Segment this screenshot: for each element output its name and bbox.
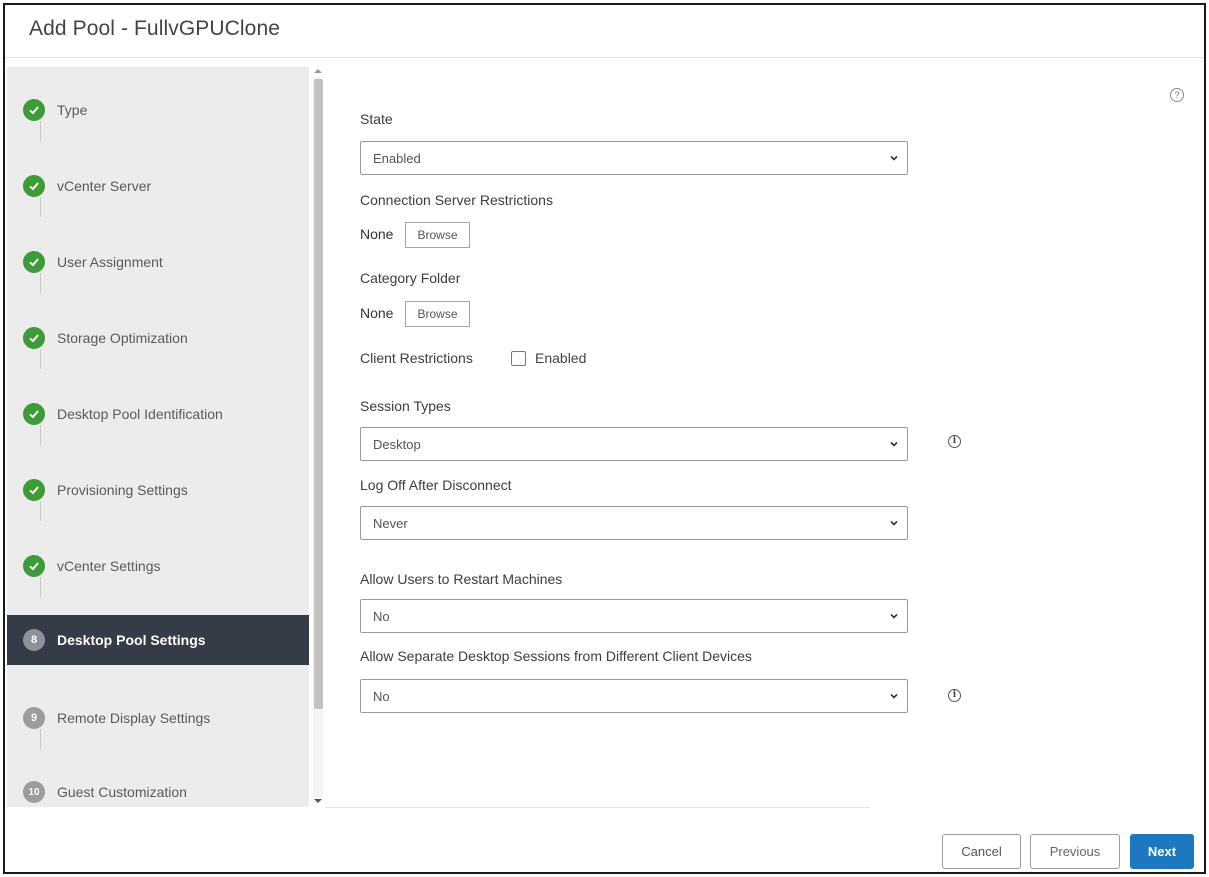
step-label: vCenter Settings <box>57 558 161 574</box>
step-label: Guest Customization <box>57 784 187 800</box>
separate-sessions-value: No <box>373 689 390 704</box>
log-off-select[interactable]: Never <box>360 506 908 540</box>
session-types-label: Session Types <box>360 398 451 414</box>
state-value: Enabled <box>373 151 421 166</box>
check-icon <box>23 251 45 273</box>
wizard-step-guest-customization[interactable]: 10 Guest Customization <box>7 767 309 817</box>
state-select[interactable]: Enabled <box>360 141 908 175</box>
chevron-down-icon <box>890 155 898 161</box>
separate-sessions-select[interactable]: No <box>360 679 908 713</box>
wizard-step-remote-display-settings[interactable]: 9 Remote Display Settings <box>7 693 309 743</box>
previous-button[interactable]: Previous <box>1030 834 1120 869</box>
form-divider <box>325 807 870 808</box>
allow-restart-label: Allow Users to Restart Machines <box>360 571 563 587</box>
info-icon[interactable]: i <box>948 689 961 702</box>
step-label: Type <box>57 102 88 118</box>
connection-server-label: Connection Server Restrictions <box>360 192 553 208</box>
check-icon <box>23 99 45 121</box>
check-icon <box>23 403 45 425</box>
step-label: vCenter Server <box>57 178 152 194</box>
wizard-step-provisioning-settings[interactable]: Provisioning Settings <box>7 465 309 515</box>
client-restrictions-label: Client Restrictions <box>360 350 473 366</box>
category-folder-browse-button[interactable]: Browse <box>405 301 470 327</box>
scroll-up-arrow-icon[interactable] <box>314 69 322 73</box>
log-off-label: Log Off After Disconnect <box>360 477 512 493</box>
step-label: Provisioning Settings <box>57 482 188 498</box>
step-label: User Assignment <box>57 254 163 270</box>
chevron-down-icon <box>890 520 898 526</box>
wizard-step-desktop-pool-settings[interactable]: 8 Desktop Pool Settings <box>7 615 309 665</box>
session-types-value: Desktop <box>373 437 421 452</box>
connection-server-value: None <box>360 226 394 242</box>
next-button[interactable]: Next <box>1130 834 1194 869</box>
chevron-down-icon <box>890 441 898 447</box>
step-label: Storage Optimization <box>57 330 188 346</box>
check-icon <box>23 327 45 349</box>
sidebar-scrollbar[interactable] <box>311 67 325 807</box>
separate-sessions-label: Allow Separate Desktop Sessions from Dif… <box>360 648 752 664</box>
check-icon <box>23 479 45 501</box>
wizard-step-desktop-pool-identification[interactable]: Desktop Pool Identification <box>7 389 309 439</box>
log-off-value: Never <box>373 516 408 531</box>
step-number-badge: 8 <box>23 629 45 651</box>
wizard-step-vcenter-server[interactable]: vCenter Server <box>7 161 309 211</box>
step-label: Desktop Pool Identification <box>57 406 223 422</box>
info-icon[interactable]: i <box>948 435 961 448</box>
scroll-thumb[interactable] <box>314 79 323 709</box>
wizard-step-storage-optimization[interactable]: Storage Optimization <box>7 313 309 363</box>
category-folder-value: None <box>360 305 394 321</box>
step-number-badge: 9 <box>23 707 45 729</box>
question-circle-icon[interactable]: ? <box>1170 88 1184 102</box>
wizard-sidebar: Type vCenter Server User Assignment Stor… <box>7 67 309 807</box>
check-icon <box>23 175 45 197</box>
client-restrictions-checkbox[interactable] <box>511 351 526 366</box>
dialog-title: Add Pool - FullvGPUClone <box>29 17 281 40</box>
connection-server-browse-button[interactable]: Browse <box>405 222 470 248</box>
session-types-select[interactable]: Desktop <box>360 427 908 461</box>
check-icon <box>23 555 45 577</box>
allow-restart-value: No <box>373 609 390 624</box>
category-folder-label: Category Folder <box>360 270 461 286</box>
title-divider <box>5 57 1204 58</box>
state-label: State <box>360 111 393 127</box>
scroll-down-arrow-icon[interactable] <box>314 799 322 803</box>
chevron-down-icon <box>890 613 898 619</box>
step-label: Desktop Pool Settings <box>57 632 206 648</box>
wizard-step-user-assignment[interactable]: User Assignment <box>7 237 309 287</box>
allow-restart-select[interactable]: No <box>360 599 908 633</box>
add-pool-dialog: Add Pool - FullvGPUClone Type vCenter Se… <box>3 3 1206 874</box>
wizard-step-type[interactable]: Type <box>7 85 309 135</box>
wizard-step-vcenter-settings[interactable]: vCenter Settings <box>7 541 309 591</box>
step-label: Remote Display Settings <box>57 710 211 726</box>
cancel-button[interactable]: Cancel <box>942 834 1021 869</box>
chevron-down-icon <box>890 693 898 699</box>
client-restrictions-enabled-label[interactable]: Enabled <box>535 350 586 366</box>
step-number-badge: 10 <box>23 781 45 803</box>
